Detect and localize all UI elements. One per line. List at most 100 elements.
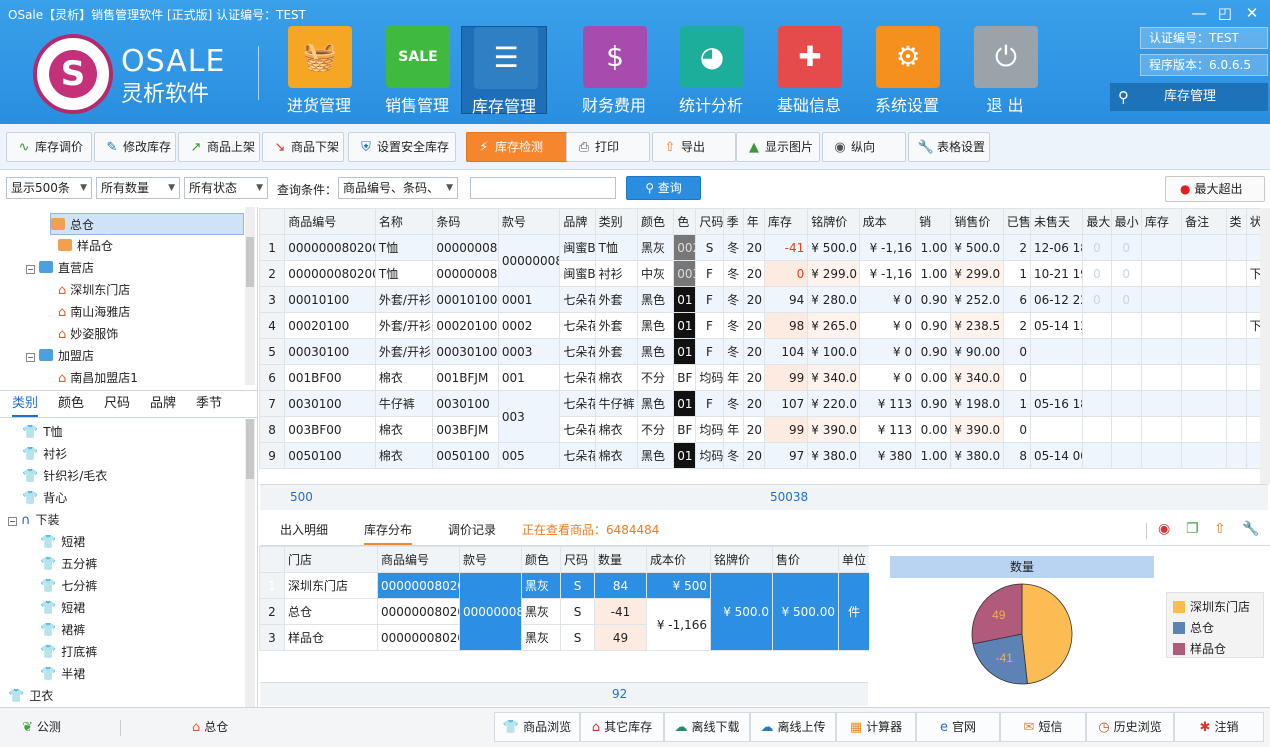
category-item[interactable]: 👕 短裙 [40,531,85,553]
status-browse-button[interactable]: 👕 商品浏览 [494,712,580,742]
wrench-icon[interactable]: 🔧 [1242,521,1259,537]
column-header[interactable]: 未售天 [1029,208,1084,235]
tab-io-detail[interactable]: 出入明细 [280,516,328,545]
table-row[interactable]: 70030100牛仔裤0030100003七朵花牛仔裤黑色01F冬20107¥ … [259,390,1268,443]
module-money-bag[interactable]: $ 财务费用 [571,26,657,115]
toolbar-lightning-button[interactable]: ⚡ 库存检测 [466,132,570,162]
column-header[interactable]: 品牌 [559,208,596,235]
table-row[interactable]: 1 深圳东门店 000000080200 00000008 黑灰 S 84 ¥ … [259,572,869,651]
column-header[interactable]: 销售价 [950,208,1004,235]
table-row[interactable]: 300010100外套/开衫000101000001七朵花外套黑色01F冬209… [259,286,1268,313]
tree-item-store-1[interactable]: ⌂ 深圳东门店 [58,279,130,301]
category-tab[interactable]: 季节 [196,391,222,417]
category-item[interactable]: 👕 半裙 [40,663,85,685]
tree-item-franchise[interactable]: − 加盟店 [26,345,94,367]
column-header[interactable]: 色 [673,208,697,235]
table-row[interactable]: 8003BF00棉衣003BFJM七朵花棉衣不分BF均码年2099¥ 390.0… [259,416,1268,443]
table-row[interactable]: 400020100外套/开衫000201000002七朵花外套黑色01F冬209… [259,312,1268,339]
table-row[interactable]: 6001BF00棉衣001BFJM001七朵花棉衣不分BF均码年2099¥ 34… [259,364,1268,391]
column-header[interactable]: 售价 [772,546,839,573]
category-item[interactable]: 👕 针织衫/毛衣 [22,465,107,487]
category-item[interactable]: 👕 五分裤 [40,553,97,575]
column-header[interactable]: 最小 [1110,208,1142,235]
scrollbar-thumb[interactable] [246,237,254,287]
status-select[interactable]: 所有状态 ▼ [184,177,268,199]
tree-scrollbar[interactable] [245,207,255,385]
tree-item-store-4[interactable]: ⌂ 南昌加盟店1 [58,367,138,387]
module-inventory-box[interactable]: ☰ 库存管理 [461,26,547,116]
column-header[interactable]: 尺码 [695,208,724,235]
column-header[interactable]: 备注 [1181,208,1227,235]
module-sale-sign[interactable]: SALE 销售管理 [374,26,460,115]
toolbar-orientation-button[interactable]: ◉ 纵向 [822,132,906,162]
nav-search[interactable]: ⚲ 库存管理 [1110,83,1268,111]
eye-icon[interactable]: ◉ [1158,521,1170,537]
module-puzzle[interactable]: ✚ 基础信息 [766,26,852,115]
category-item[interactable]: 👕 打底裤 [40,641,97,663]
column-header[interactable]: 销 [915,208,952,235]
column-header[interactable]: 商品编号 [377,546,460,573]
column-header[interactable] [259,208,286,235]
search-input[interactable] [470,177,616,199]
column-header[interactable]: 类别 [594,208,638,235]
toolbar-adjust-price-button[interactable]: ∿ 库存调价 [6,132,92,162]
module-basket[interactable]: 🧺 进货管理 [276,26,362,115]
column-header[interactable]: 颜色 [636,208,675,235]
column-header[interactable]: 库存 [1140,208,1183,235]
column-header[interactable]: 名称 [374,208,434,235]
category-tab[interactable]: 尺码 [104,391,130,417]
toolbar-trend-down-button[interactable]: ↘ 商品下架 [262,132,344,162]
column-header[interactable]: 尺码 [560,546,595,573]
column-header[interactable]: 铭牌价 [807,208,860,235]
category-item[interactable]: 👕 衬衫 [22,443,67,465]
show-count-select[interactable]: 显示500条 ▼ [6,177,92,199]
column-header[interactable]: 颜色 [521,546,561,573]
toolbar-trend-up-button[interactable]: ↗ 商品上架 [178,132,260,162]
status-cloud-upload-button[interactable]: ☁ 离线上传 [750,712,836,742]
toolbar-export-button[interactable]: ⇧ 导出 [652,132,736,162]
copy-icon[interactable]: ❐ [1186,521,1199,537]
table-row[interactable]: 90050100棉衣0050100005七朵花棉衣黑色01均码冬2097¥ 38… [259,442,1268,469]
tree-item-sample-warehouse[interactable]: 样品仓 [58,235,113,257]
column-header[interactable]: 商品编号 [284,208,376,235]
column-header[interactable]: 款号 [497,208,561,235]
category-tab[interactable]: 颜色 [58,391,84,417]
tree-item-store-3[interactable]: ⌂ 妙姿服饰 [58,323,118,345]
status-sms-button[interactable]: ✉ 短信 [1000,712,1086,742]
category-tab[interactable]: 类别 [12,391,39,417]
tree-item-direct-stores[interactable]: − 直营店 [26,257,94,279]
category-item[interactable]: 👕 裙裤 [40,619,85,641]
status-logout-button[interactable]: ✱ 注销 [1174,712,1264,742]
status-calculator-button[interactable]: ▦ 计算器 [836,712,916,742]
maximize-icon[interactable]: ◰ [1214,4,1236,22]
query-button[interactable]: ⚲ 查询 [626,176,701,200]
table-row[interactable]: 2000000080200T恤000000080闽蜜B衬衫中灰003F冬200¥… [259,260,1268,287]
toolbar-image-button[interactable]: ▲ 显示图片 [736,132,820,162]
category-item[interactable]: 👕 T恤 [22,421,63,443]
minimize-icon[interactable]: — [1188,4,1210,22]
table-row[interactable]: 500030100外套/开衫000301000003七朵花外套黑色01F冬201… [259,338,1268,365]
toolbar-shield-button[interactable]: ⛨ 设置安全库存 [348,132,456,162]
scrollbar-thumb[interactable] [246,419,254,479]
column-header[interactable]: 已售 [1002,208,1031,235]
category-scrollbar[interactable] [245,419,255,707]
module-pie-chart[interactable]: ◕ 统计分析 [668,26,754,115]
column-header[interactable]: 数量 [594,546,647,573]
column-header[interactable]: 铭牌价 [710,546,773,573]
toolbar-wrench-button[interactable]: 🔧 表格设置 [908,132,990,162]
module-gear[interactable]: ⚙ 系统设置 [864,26,950,115]
status-cloud-download-button[interactable]: ☁ 离线下载 [664,712,750,742]
table-row[interactable]: 1 000000080200 T恤 000000080 00000008 闽蜜B T恤 黑灰 0… [259,234,1268,287]
category-tab[interactable]: 品牌 [150,391,176,417]
collapse-icon[interactable]: − [26,265,35,274]
close-icon[interactable]: ✕ [1241,4,1263,22]
column-header[interactable]: 条码 [432,208,499,235]
column-header[interactable]: 年 [742,208,765,235]
collapse-icon[interactable]: − [8,517,17,526]
category-item[interactable]: 👕 七分裤 [40,575,97,597]
max-exceed-button[interactable]: ● 最大超出 [1165,176,1265,202]
toolbar-printer-button[interactable]: ⎙ 打印 [566,132,650,162]
toolbar-edit-button[interactable]: ✎ 修改库存 [94,132,176,162]
column-header[interactable]: 最大 [1082,208,1112,235]
column-header[interactable]: 类 [1225,208,1247,235]
